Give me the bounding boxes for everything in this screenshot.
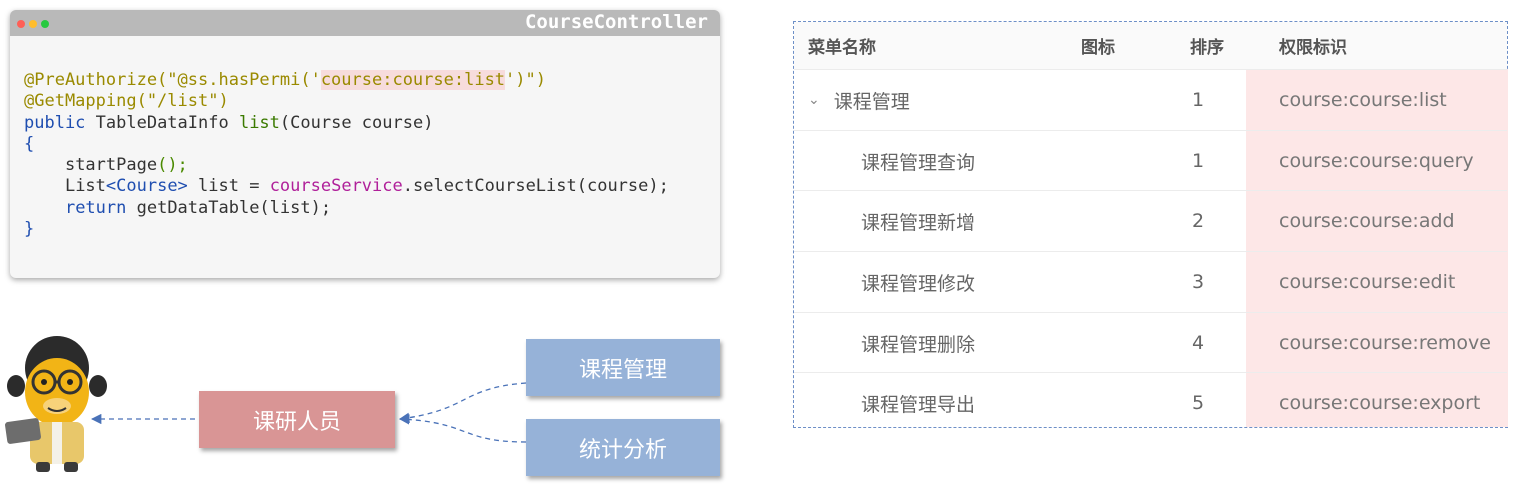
monkey-mascot-icon	[5, 336, 107, 472]
chevron-down-icon[interactable]: ⌄	[808, 92, 820, 108]
table-row[interactable]: 课程管理查询 1 course:course:query	[794, 130, 1507, 191]
row-permission: course:course:list	[1279, 89, 1447, 111]
code-permission-string: course:course:list	[320, 70, 506, 90]
header-permission: 权限标识	[1279, 38, 1347, 58]
table-row[interactable]: 课程管理新增 2 course:course:add	[794, 190, 1507, 251]
row-name: 课程管理修改	[861, 272, 976, 295]
row-name-cell: ⌄ 课程管理	[808, 70, 910, 130]
code-window-titlebar: CourseController	[10, 10, 720, 36]
code-body: @PreAuthorize("@ss.hasPermi('course:cour…	[24, 70, 669, 240]
code-token: getDataTable(list);	[126, 197, 332, 218]
code-token: (Course course)	[279, 112, 434, 133]
permission-table: 菜单名称 图标 排序 权限标识 ⌄ 课程管理 1 course:course:l…	[793, 21, 1508, 428]
maximize-dot-icon[interactable]	[41, 20, 49, 28]
header-menu-name: 菜单名称	[808, 38, 876, 58]
arrow-menu2-to-role	[398, 414, 527, 443]
table-row[interactable]: 课程管理导出 5 course:course:export	[794, 372, 1507, 433]
row-permission: course:course:remove	[1279, 332, 1491, 354]
code-token: TableDataInfo	[85, 112, 239, 133]
code-keyword: return	[64, 197, 127, 218]
code-token: startPage	[64, 155, 158, 176]
row-name: 课程管理删除	[861, 333, 976, 356]
row-permission: course:course:query	[1279, 150, 1474, 172]
table-header: 菜单名称 图标 排序 权限标识	[794, 22, 1507, 69]
row-permission: course:course:add	[1279, 210, 1455, 232]
code-line-getmapping: @GetMapping("/list")	[24, 91, 229, 112]
row-order: 5	[1191, 392, 1205, 414]
code-brace: }	[24, 219, 35, 240]
code-token: List	[64, 176, 106, 197]
code-token: ();	[157, 155, 188, 176]
table-row[interactable]: 课程管理修改 3 course:course:edit	[794, 251, 1507, 312]
minimize-dot-icon[interactable]	[29, 20, 37, 28]
menu-box-course-management: 课程管理	[526, 339, 720, 396]
code-token: .selectCourseList(course);	[402, 176, 669, 197]
header-order: 排序	[1190, 38, 1224, 58]
code-token: ')")	[505, 70, 546, 90]
code-keyword: public	[24, 112, 86, 133]
row-order: 3	[1191, 271, 1205, 293]
code-window: CourseController @PreAuthorize("@ss.hasP…	[10, 10, 720, 278]
code-brace: {	[24, 133, 35, 154]
row-permission: course:course:edit	[1279, 271, 1456, 293]
arrow-menu1-to-role	[398, 382, 527, 423]
row-name: 课程管理新增	[861, 211, 976, 234]
row-permission: course:course:export	[1279, 392, 1481, 414]
row-name: 课程管理	[833, 90, 910, 113]
row-order: 2	[1191, 210, 1205, 232]
code-token: @PreAuthorize("@ss.hasPermi('	[24, 70, 321, 90]
table-row[interactable]: 课程管理删除 4 course:course:remove	[794, 312, 1507, 373]
code-token: list =	[187, 176, 270, 197]
table-row[interactable]: ⌄ 课程管理 1 course:course:list	[794, 69, 1507, 130]
row-order: 1	[1191, 89, 1205, 111]
code-window-title: CourseController	[524, 11, 708, 33]
code-function-name: list	[238, 112, 280, 133]
code-token: <Course>	[105, 176, 188, 197]
close-dot-icon[interactable]	[17, 20, 25, 28]
role-box: 课研人员	[199, 391, 395, 448]
code-service-name: courseService	[269, 176, 403, 197]
row-name: 课程管理查询	[861, 151, 976, 174]
header-icon: 图标	[1081, 38, 1115, 58]
row-name: 课程管理导出	[861, 393, 976, 416]
row-order: 1	[1191, 150, 1205, 172]
menu-box-statistics: 统计分析	[526, 419, 720, 476]
row-order: 4	[1191, 332, 1205, 354]
